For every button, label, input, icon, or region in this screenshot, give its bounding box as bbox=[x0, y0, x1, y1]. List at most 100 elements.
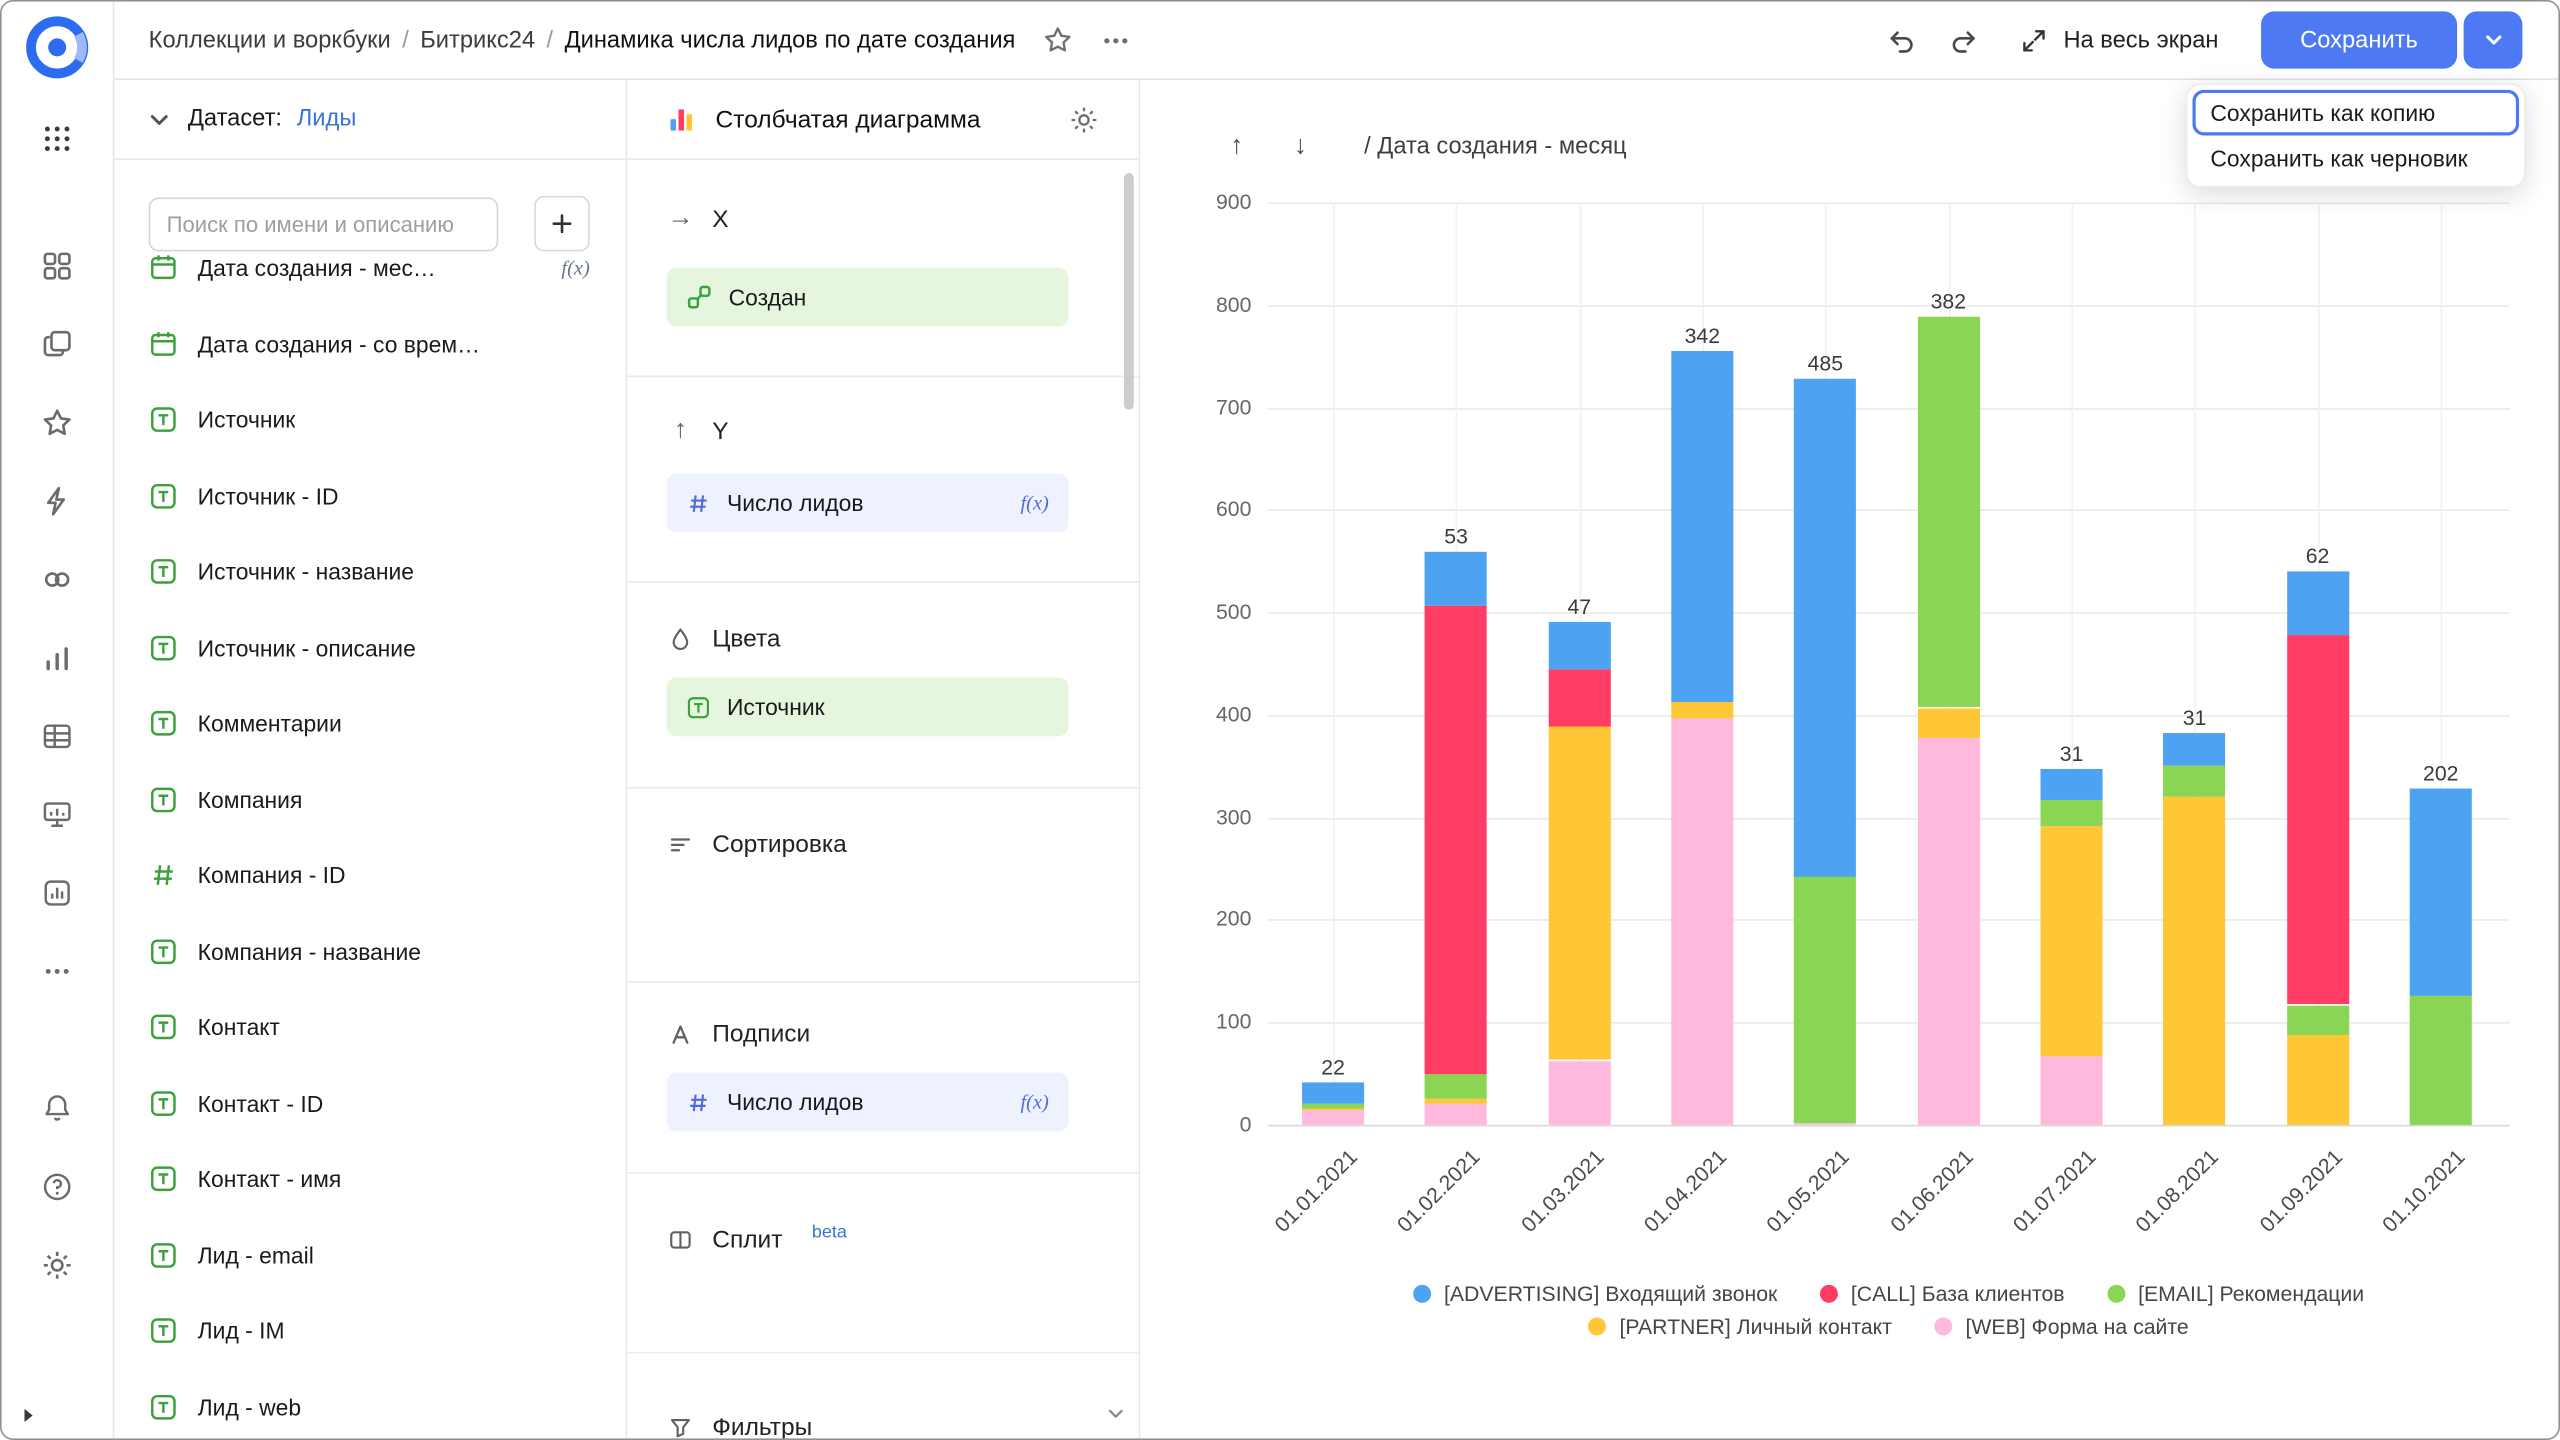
field-row[interactable]: Источник bbox=[113, 382, 626, 458]
favorites-star-icon[interactable] bbox=[34, 400, 80, 446]
bar-segment[interactable] bbox=[1425, 552, 1487, 606]
field-row[interactable]: Источник - название bbox=[113, 534, 626, 610]
datalens-logo[interactable] bbox=[25, 15, 90, 80]
y-field-pill[interactable]: Число лидов f(x) bbox=[667, 473, 1069, 532]
scroll-down-chevron-icon[interactable] bbox=[1104, 1402, 1127, 1425]
bar-segment[interactable] bbox=[1548, 622, 1610, 670]
bar-segment[interactable] bbox=[2040, 800, 2102, 826]
bar-segment[interactable] bbox=[1425, 1104, 1487, 1125]
x-field-pill[interactable]: Создан bbox=[667, 268, 1069, 327]
labels-field-pill[interactable]: Число лидов f(x) bbox=[667, 1073, 1069, 1132]
bar-segment[interactable] bbox=[2287, 635, 2349, 1005]
bar-segment[interactable] bbox=[1425, 1074, 1487, 1100]
field-row[interactable]: Компания bbox=[113, 762, 626, 838]
legend-item[interactable]: [ADVERTISING] Входящий звонок bbox=[1413, 1282, 1777, 1306]
notifications-bell-icon[interactable] bbox=[34, 1086, 80, 1132]
help-icon[interactable] bbox=[34, 1164, 80, 1210]
field-name: Лид - email bbox=[198, 1242, 314, 1268]
undo-icon[interactable] bbox=[1885, 24, 1918, 57]
widgets-icon[interactable] bbox=[34, 243, 80, 289]
presentations-monitor-icon[interactable] bbox=[34, 792, 80, 838]
breadcrumb-item[interactable]: Коллекции и воркбуки bbox=[149, 27, 391, 53]
bar-segment[interactable] bbox=[2287, 1036, 2349, 1125]
bar-segment[interactable] bbox=[1917, 738, 1979, 1124]
bar-segment[interactable] bbox=[1425, 1099, 1487, 1104]
field-row[interactable]: Лид - IM bbox=[113, 1293, 626, 1369]
bar-segment[interactable] bbox=[1794, 876, 1856, 1124]
bar-segment[interactable] bbox=[1671, 718, 1733, 1125]
bar-segment[interactable] bbox=[1302, 1104, 1364, 1108]
field-row[interactable]: Источник - ID bbox=[113, 458, 626, 534]
bar-segment[interactable] bbox=[1548, 727, 1610, 1060]
save-options-button[interactable] bbox=[2464, 11, 2523, 68]
field-row[interactable]: Компания - ID bbox=[113, 838, 626, 914]
bar-segment[interactable] bbox=[1548, 670, 1610, 727]
apps-grid-icon[interactable] bbox=[34, 116, 80, 162]
colors-field-pill[interactable]: Источник bbox=[667, 678, 1069, 737]
field-row[interactable]: Контакт bbox=[113, 989, 626, 1065]
settings-gear-icon[interactable] bbox=[34, 1242, 80, 1288]
connections-rings-icon[interactable] bbox=[34, 557, 80, 603]
bar-segment[interactable] bbox=[2287, 571, 2349, 634]
bar-chart-type-icon[interactable] bbox=[667, 104, 696, 133]
field-name: Лид - IM bbox=[198, 1318, 285, 1344]
breadcrumb-item[interactable]: Битрикс24 bbox=[420, 27, 535, 53]
bar-segment[interactable] bbox=[2040, 826, 2102, 1057]
bar-segment[interactable] bbox=[1917, 316, 1979, 707]
legend-item[interactable]: [WEB] Форма на сайте bbox=[1934, 1314, 2188, 1338]
bar-segment[interactable] bbox=[2040, 1056, 2102, 1125]
collections-icon[interactable] bbox=[34, 322, 80, 368]
bar-segment[interactable] bbox=[1671, 702, 1733, 718]
field-row[interactable]: Дата создания - мес…f(x) bbox=[113, 230, 626, 306]
drill-up-icon[interactable]: ↑ bbox=[1219, 129, 1255, 165]
bar-segment[interactable] bbox=[2410, 789, 2472, 996]
field-row[interactable]: Дата создания - со врем… bbox=[113, 306, 626, 382]
more-dots-icon[interactable] bbox=[34, 949, 80, 995]
bar-segment[interactable] bbox=[1425, 606, 1487, 1073]
fullscreen-button[interactable]: На весь экран bbox=[2019, 25, 2218, 54]
chevron-down-icon[interactable] bbox=[145, 105, 173, 133]
redo-icon[interactable] bbox=[1947, 24, 1980, 57]
bar-segment[interactable] bbox=[2287, 1005, 2349, 1036]
dashboards-table-icon[interactable] bbox=[34, 713, 80, 759]
field-row[interactable]: Лид - web bbox=[113, 1369, 626, 1438]
editor-lightning-icon[interactable] bbox=[34, 478, 80, 524]
entry-more-icon[interactable] bbox=[1099, 24, 1132, 57]
bar-segment[interactable] bbox=[1548, 1060, 1610, 1124]
bar-segment[interactable] bbox=[1671, 351, 1733, 701]
field-name: Компания bbox=[198, 787, 303, 813]
bar-segment[interactable] bbox=[1794, 1124, 1856, 1125]
legend-item[interactable]: [PARTNER] Личный контакт bbox=[1588, 1314, 1892, 1338]
menu-item-save-as-draft[interactable]: Сохранить как черновик bbox=[2192, 136, 2519, 182]
bar-segment[interactable] bbox=[1302, 1109, 1364, 1111]
favorite-star-icon[interactable] bbox=[1042, 24, 1073, 55]
field-row[interactable]: Источник - описание bbox=[113, 610, 626, 686]
field-row[interactable]: Контакт - ID bbox=[113, 1065, 626, 1141]
config-scrollbar[interactable] bbox=[1124, 173, 1134, 410]
charts-icon[interactable] bbox=[34, 635, 80, 681]
bar-segment[interactable] bbox=[2164, 765, 2226, 797]
drill-down-icon[interactable]: ↓ bbox=[1282, 129, 1318, 165]
datalens-app-window: Коллекции и воркбуки / Битрикс24 / Динам… bbox=[0, 0, 2560, 1440]
bar-segment[interactable] bbox=[2040, 768, 2102, 800]
dataset-name-link[interactable]: Лиды bbox=[297, 106, 357, 132]
legend-item[interactable]: [CALL] База клиентов bbox=[1820, 1282, 2065, 1306]
chart-settings-gear-icon[interactable] bbox=[1068, 104, 1099, 135]
bar-segment[interactable] bbox=[2164, 797, 2226, 1125]
legend-item[interactable]: [EMAIL] Рекомендации bbox=[2107, 1282, 2364, 1306]
bar-segment[interactable] bbox=[1917, 708, 1979, 739]
field-row[interactable]: Комментарии bbox=[113, 686, 626, 762]
reports-icon[interactable] bbox=[34, 870, 80, 916]
bar-segment[interactable] bbox=[2164, 733, 2226, 765]
collapse-arrow-icon[interactable] bbox=[18, 1406, 41, 1429]
bar-segment[interactable] bbox=[2410, 996, 2472, 1125]
menu-item-save-as-copy[interactable]: Сохранить как копию bbox=[2192, 90, 2519, 136]
field-row[interactable]: Контакт - имя bbox=[113, 1141, 626, 1217]
bar-segment[interactable] bbox=[1302, 1110, 1364, 1124]
field-row[interactable]: Лид - email bbox=[113, 1217, 626, 1293]
bar-segment[interactable] bbox=[1794, 379, 1856, 876]
x-axis-category-label: 01.01.2021 bbox=[1269, 1144, 1362, 1236]
bar-segment[interactable] bbox=[1302, 1082, 1364, 1105]
field-row[interactable]: Компания - название bbox=[113, 913, 626, 989]
save-button[interactable]: Сохранить bbox=[2261, 11, 2457, 68]
